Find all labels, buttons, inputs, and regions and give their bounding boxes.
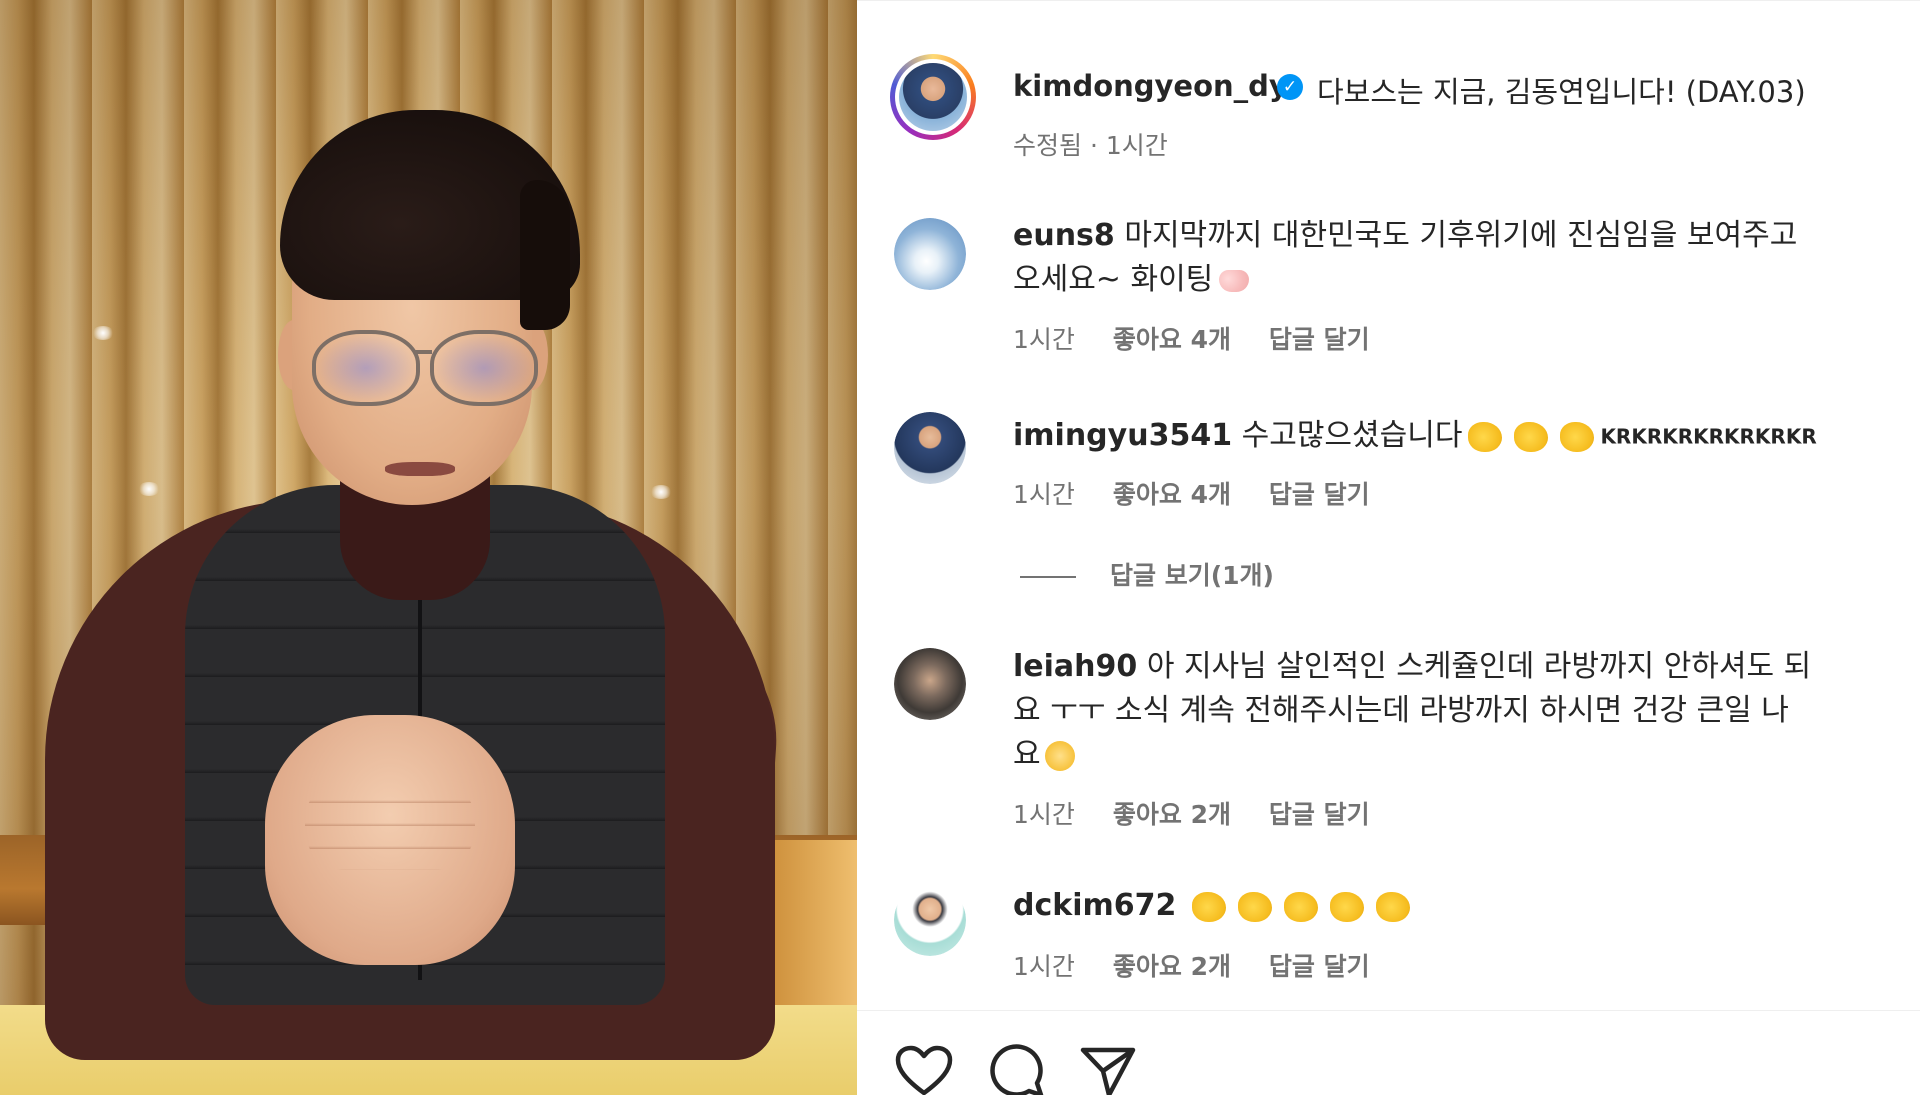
paper-plane-icon[interactable] [1079, 1045, 1137, 1095]
reply-button[interactable]: 답글 달기 [1269, 480, 1370, 509]
comment-time[interactable]: 1시간 [1013, 800, 1075, 829]
comment-time[interactable]: 1시간 [1013, 952, 1075, 981]
replies-divider-line [1020, 576, 1076, 578]
comment-body: 요 ㅜㅜ 소식 계속 전해주시는데 라방까지 하시면 건강 큰일 나 [1013, 693, 1789, 728]
heart-icon[interactable] [895, 1045, 953, 1095]
post-caption: 다보스는 지금, 김동연입니다! (DAY.03) [1317, 75, 1806, 109]
comment-suffix: KRKRKRKRKRKRKR [1600, 424, 1817, 449]
commenter-avatar[interactable] [894, 648, 966, 720]
clapping-hands-emoji [1191, 891, 1226, 922]
comment-body: 아 지사님 살인적인 스케쥴인데 라방까지 안하셔도 되 [1146, 649, 1812, 684]
commenter-avatar[interactable] [894, 218, 966, 290]
post-meta: 수정됨 · 1시간 [1013, 131, 1168, 160]
hair [520, 180, 570, 330]
top-border [857, 0, 1920, 1]
ceiling-light [138, 482, 160, 496]
comment-time[interactable]: 1시간 [1013, 480, 1075, 509]
post-details-panel: kimdongyeon_dy ✓ 다보스는 지금, 김동연입니다! (DAY.0… [857, 0, 1920, 1095]
comment-username[interactable]: euns8 [1013, 218, 1115, 253]
flushed-face-emoji [1044, 740, 1075, 771]
comment-likes[interactable]: 좋아요 2개 [1113, 952, 1231, 981]
instagram-post-view: kimdongyeon_dy ✓ 다보스는 지금, 김동연입니다! (DAY.0… [0, 0, 1920, 1095]
fingers [305, 780, 475, 870]
comment-username[interactable]: dckim672 [1013, 888, 1176, 923]
comment-username[interactable]: imingyu3541 [1013, 418, 1232, 453]
avatar-photo [894, 218, 966, 290]
ceiling-light [92, 326, 114, 340]
glasses-lens [430, 330, 538, 406]
clapping-hands-emoji [1237, 891, 1272, 922]
clapping-hands-emoji [1329, 891, 1364, 922]
heart-hands-emoji [1219, 269, 1250, 292]
view-replies-label: 답글 보기(1개) [1110, 561, 1274, 590]
commenter-avatar[interactable] [894, 884, 966, 956]
comment-body: 수고많으셨습니다 [1241, 418, 1463, 453]
post-photo[interactable] [0, 0, 857, 1095]
clapping-hands-emoji [1283, 891, 1318, 922]
commenter-avatar[interactable] [894, 412, 966, 484]
comment-actions: 1시간 좋아요 4개 답글 달기 [1013, 320, 1400, 356]
glasses-lens [312, 330, 420, 406]
comment-username[interactable]: leiah90 [1013, 649, 1137, 684]
comment-text: dckim672 [1013, 884, 1913, 928]
avatar-photo [894, 412, 966, 484]
comment-time[interactable]: 1시간 [1013, 325, 1075, 354]
ceiling-light [650, 485, 672, 499]
clapping-hands-emoji [1514, 421, 1549, 452]
comment-actions: 1시간 좋아요 2개 답글 달기 [1013, 795, 1400, 831]
comment-actions: 1시간 좋아요 4개 답글 달기 [1013, 475, 1400, 511]
clapping-hands-emoji [1560, 421, 1595, 452]
comment-text: imingyu3541 수고많으셨습니다 KRKRKRKRKRKRKR [1013, 414, 1913, 459]
avatar-photo [894, 884, 966, 956]
comment-body: 오세요~ 화이팅 [1013, 262, 1214, 297]
comment-actions: 1시간 좋아요 2개 답글 달기 [1013, 947, 1400, 983]
actions-divider [857, 1010, 1920, 1011]
comment-text: leiah90 아 지사님 살인적인 스케쥴인데 라방까지 안하셔도 되 요 ㅜ… [1013, 645, 1918, 777]
author-username[interactable]: kimdongyeon_dy [1013, 69, 1288, 103]
verified-badge-icon: ✓ [1277, 74, 1303, 100]
comment-text: euns8 마지막까지 대한민국도 기후위기에 진심임을 보여주고 오세요~ 화… [1013, 214, 1913, 302]
comment-bubble-icon[interactable] [987, 1043, 1045, 1095]
comment-likes[interactable]: 좋아요 2개 [1113, 800, 1231, 829]
reply-button[interactable]: 답글 달기 [1269, 952, 1370, 981]
comment-body: 요 [1013, 737, 1041, 772]
comment-likes[interactable]: 좋아요 4개 [1113, 325, 1231, 354]
comment-body: 마지막까지 대한민국도 기후위기에 진심임을 보여주고 [1124, 218, 1798, 253]
avatar-photo [894, 648, 966, 720]
reply-button[interactable]: 답글 달기 [1269, 800, 1370, 829]
reply-button[interactable]: 답글 달기 [1269, 325, 1370, 354]
clapping-hands-emoji [1375, 891, 1410, 922]
comment-likes[interactable]: 좋아요 4개 [1113, 480, 1231, 509]
author-avatar[interactable] [890, 54, 976, 140]
clapping-hands-emoji [1468, 421, 1503, 452]
view-replies-button[interactable]: 답글 보기(1개) [1020, 556, 1274, 592]
glasses-bridge [414, 350, 432, 354]
author-photo [899, 63, 967, 131]
mouth [385, 462, 455, 476]
